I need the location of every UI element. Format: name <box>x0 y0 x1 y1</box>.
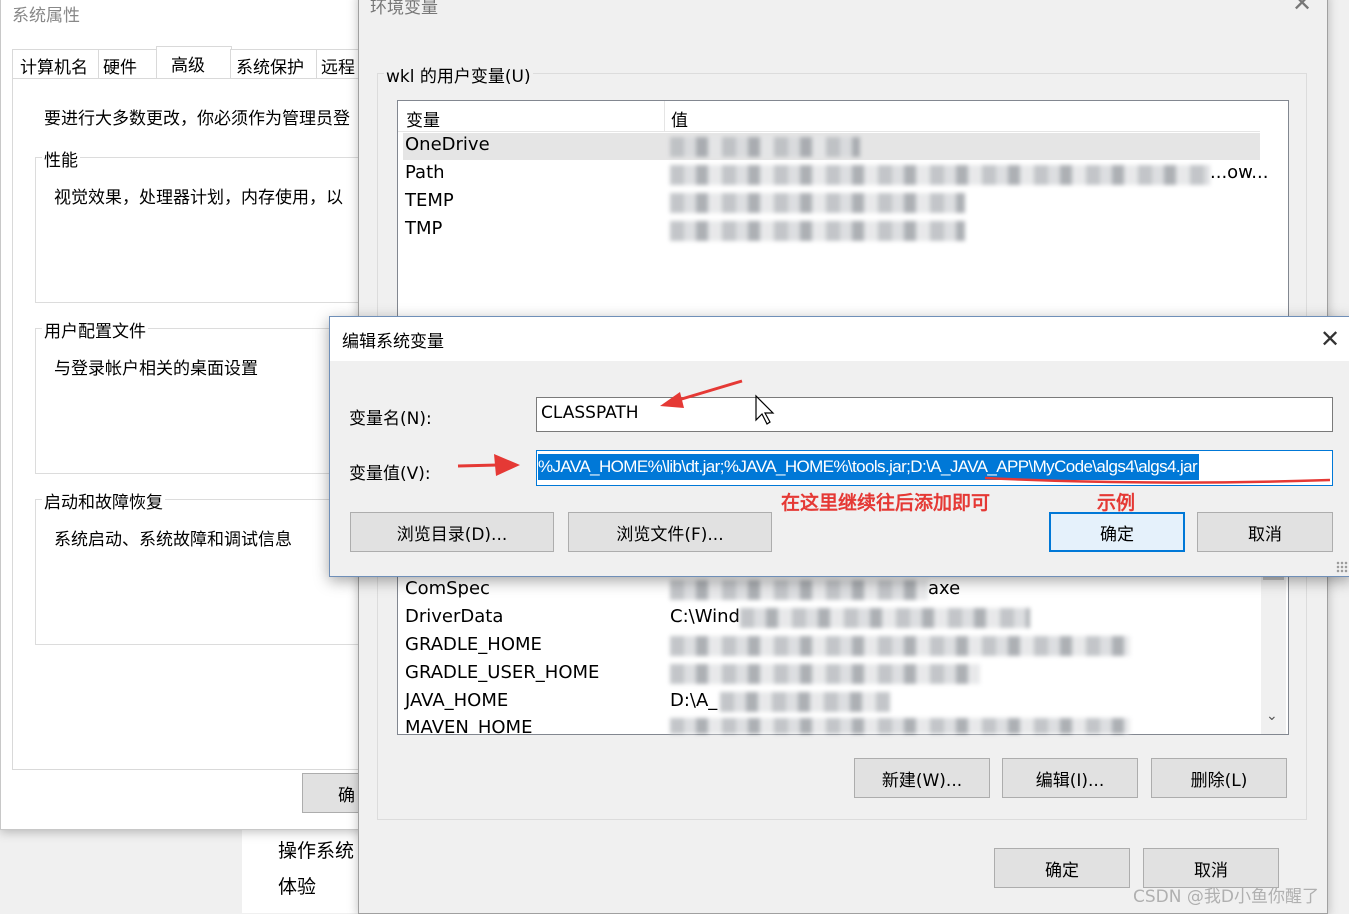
annotation-example: 示例 <box>1097 492 1136 514</box>
red-arrow-icon <box>660 379 743 408</box>
watermark: CSDN @我D小鱼你醒了 <box>1133 887 1319 907</box>
mouse-cursor-icon <box>755 394 775 425</box>
annotation-add-here: 在这里继续往后添加即可 <box>781 492 991 514</box>
annotation-overlay <box>457 379 1331 484</box>
red-underline <box>984 476 1331 484</box>
red-arrow-icon <box>457 454 520 476</box>
